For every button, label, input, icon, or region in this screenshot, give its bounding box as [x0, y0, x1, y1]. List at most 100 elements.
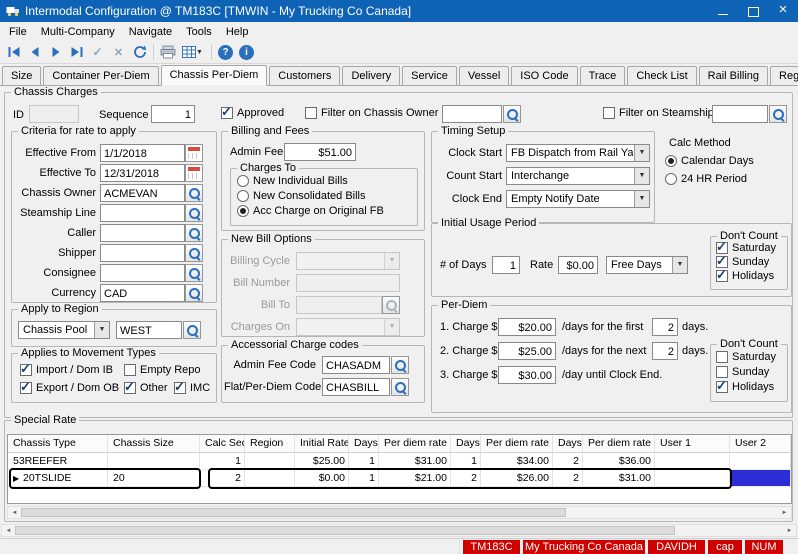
column-header[interactable]: Per diem rate 3 — [583, 435, 655, 453]
table-row[interactable]: 53REEFER 1 $25.00 1 $31.00 1 $34.00 2 $3… — [8, 453, 791, 470]
tab-container-per-diem[interactable]: Container Per-Diem — [43, 66, 158, 85]
column-header[interactable]: Region — [245, 435, 295, 453]
calendar-icon[interactable] — [185, 144, 203, 162]
cell-chassis-type[interactable]: 20TSLIDE — [8, 470, 108, 487]
charge3-amount-input[interactable] — [498, 366, 556, 384]
post-button[interactable]: ✓ — [87, 42, 108, 62]
column-header[interactable]: User 1 — [655, 435, 730, 453]
charges-to-consolidated-radio[interactable]: New Consolidated Bills — [237, 190, 366, 204]
movement-imc-checkbox[interactable]: IMC — [174, 382, 210, 396]
rate-type-combo[interactable]: Free Days — [606, 256, 688, 274]
initial-rate-input[interactable] — [558, 256, 598, 274]
menu-tools[interactable]: Tools — [179, 23, 219, 41]
cell-days[interactable]: 1 — [349, 470, 379, 487]
lookup-icon[interactable] — [183, 321, 201, 339]
tab-customers[interactable]: Customers — [269, 66, 340, 85]
clock-start-combo[interactable]: FB Dispatch from Rail Yard — [506, 144, 650, 162]
nav-last-button[interactable] — [66, 42, 87, 62]
nav-prior-button[interactable] — [24, 42, 45, 62]
window-hscrollbar[interactable] — [1, 524, 797, 537]
scroll-right-arrow-icon[interactable] — [783, 525, 796, 536]
scrollbar-thumb[interactable] — [21, 508, 566, 517]
titlebar[interactable]: Intermodal Configuration @ TM183C [TMWIN… — [0, 0, 798, 22]
scroll-right-arrow-icon[interactable] — [778, 507, 791, 518]
lookup-icon[interactable] — [503, 105, 521, 123]
clock-end-combo[interactable]: Empty Notify Date — [506, 190, 650, 208]
cell-days[interactable]: 2 — [553, 453, 583, 470]
admin-fee-code-input[interactable] — [322, 356, 390, 374]
lookup-icon[interactable] — [185, 184, 203, 202]
cell-chassis-type[interactable]: 53REEFER — [8, 453, 108, 470]
24hr-period-radio[interactable]: 24 HR Period — [665, 173, 747, 187]
chevron-down-icon[interactable] — [672, 257, 687, 273]
nav-first-button[interactable] — [3, 42, 24, 62]
charge1-amount-input[interactable] — [498, 318, 556, 336]
effective-from-input[interactable] — [100, 144, 185, 162]
effective-to-input[interactable] — [100, 164, 185, 182]
movement-empty-repo-checkbox[interactable]: Empty Repo — [124, 364, 201, 378]
table-row-current[interactable]: 20TSLIDE 20 2 $0.00 1 $21.00 2 $26.00 2 … — [8, 470, 791, 487]
chevron-down-icon[interactable] — [634, 168, 649, 184]
steamship-line-input[interactable] — [100, 204, 185, 222]
minimize-button[interactable] — [708, 0, 738, 22]
charges-to-original-fb-radio[interactable]: Acc Charge on Original FB — [237, 205, 384, 219]
charge2-amount-input[interactable] — [498, 342, 556, 360]
cell-per-diem-rate-2[interactable]: $34.00 — [481, 453, 553, 470]
tab-rail-billing[interactable]: Rail Billing — [699, 66, 768, 85]
calendar-days-radio[interactable]: Calendar Days — [665, 155, 754, 169]
tab-trace[interactable]: Trace — [580, 66, 626, 85]
column-header[interactable]: Days — [451, 435, 481, 453]
cell-per-diem-rate-2[interactable]: $26.00 — [481, 470, 553, 487]
tab-region[interactable]: Region — [770, 66, 798, 85]
tab-size[interactable]: Size — [2, 66, 41, 85]
menu-multi-company[interactable]: Multi-Company — [34, 23, 122, 41]
column-header[interactable]: Per diem rate 2 — [481, 435, 553, 453]
sequence-input[interactable] — [151, 105, 195, 123]
scrollbar-thumb[interactable] — [15, 526, 675, 535]
admin-fee-input[interactable] — [284, 143, 356, 161]
tab-delivery[interactable]: Delivery — [342, 66, 400, 85]
charge2-days-input[interactable] — [652, 342, 678, 360]
print-button[interactable] — [157, 42, 178, 62]
refresh-button[interactable] — [129, 42, 150, 62]
chevron-down-icon[interactable] — [634, 191, 649, 207]
column-header[interactable]: Initial Rate — [295, 435, 349, 453]
cell-calc-seq[interactable]: 1 — [200, 453, 245, 470]
special-rate-grid[interactable]: Chassis Type Chassis Size Calc Seq Regio… — [7, 434, 792, 504]
filter-chassis-owner-input[interactable] — [442, 105, 502, 123]
cell-chassis-size[interactable] — [108, 453, 200, 470]
scroll-left-arrow-icon[interactable] — [8, 507, 21, 518]
tab-check-list[interactable]: Check List — [627, 66, 696, 85]
cell-initial-rate[interactable]: $0.00 — [295, 470, 349, 487]
region-type-combo[interactable]: Chassis Pool — [18, 321, 110, 339]
lookup-icon[interactable] — [185, 204, 203, 222]
movement-import-checkbox[interactable]: Import / Dom IB — [20, 364, 113, 378]
cell-days[interactable]: 2 — [553, 470, 583, 487]
initial-days-input[interactable] — [492, 256, 520, 274]
chevron-down-icon[interactable] — [634, 145, 649, 161]
holidays-checkbox[interactable]: Holidays — [716, 270, 774, 284]
currency-input[interactable] — [100, 284, 185, 302]
lookup-icon[interactable] — [185, 264, 203, 282]
caller-input[interactable] — [100, 224, 185, 242]
column-header[interactable]: Chassis Type — [8, 435, 108, 453]
cell-region[interactable] — [245, 453, 295, 470]
grid-hscrollbar[interactable] — [7, 506, 792, 519]
cell-user-1[interactable] — [655, 470, 730, 487]
help-button[interactable] — [215, 42, 236, 62]
menu-help[interactable]: Help — [219, 23, 256, 41]
lookup-icon[interactable] — [185, 224, 203, 242]
column-header[interactable]: Chassis Size — [108, 435, 200, 453]
cell-chassis-size[interactable]: 20 — [108, 470, 200, 487]
cell-user-1[interactable] — [655, 453, 730, 470]
movement-other-checkbox[interactable]: Other — [124, 382, 168, 396]
cell-region[interactable] — [245, 470, 295, 487]
scroll-left-arrow-icon[interactable] — [2, 525, 15, 536]
menu-navigate[interactable]: Navigate — [122, 23, 179, 41]
cell-days[interactable]: 2 — [451, 470, 481, 487]
count-start-combo[interactable]: Interchange — [506, 167, 650, 185]
flat-per-diem-code-input[interactable] — [322, 378, 390, 396]
cell-per-diem-rate-3[interactable]: $31.00 — [583, 470, 655, 487]
cell-calc-seq[interactable]: 2 — [200, 470, 245, 487]
menu-file[interactable]: File — [2, 23, 34, 41]
